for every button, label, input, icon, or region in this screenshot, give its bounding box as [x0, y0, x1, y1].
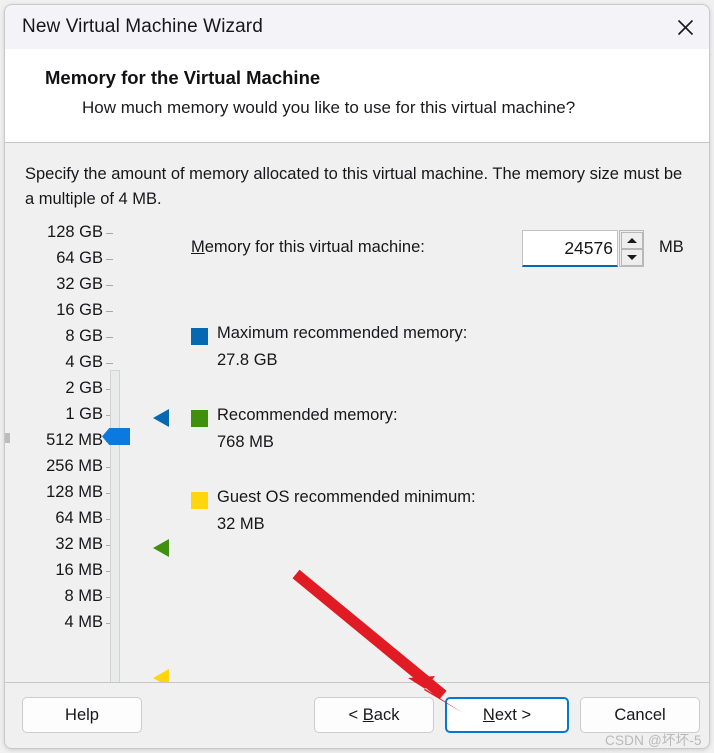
memory-spinner-group — [522, 230, 650, 267]
slider-tick-row: 32 GB — [5, 275, 135, 302]
page-title: Memory for the Virtual Machine — [45, 67, 321, 88]
back-button[interactable]: < Back — [314, 697, 434, 733]
slider-tick-row: 16 GB — [5, 301, 135, 328]
slider-tick-label: 8 MB — [64, 587, 103, 605]
slider-tick-label: 1 GB — [65, 405, 103, 423]
recommended-marker — [153, 539, 169, 557]
page-subtitle: How much memory would you like to use fo… — [82, 98, 576, 117]
spinner-down-icon[interactable] — [620, 249, 643, 266]
slider-tick-label: 16 MB — [55, 561, 103, 579]
memory-field-label: Memory for this virtual machine: — [191, 238, 425, 257]
slider-tick-label: 32 MB — [55, 535, 103, 553]
slider-tick-row: 64 GB — [5, 249, 135, 276]
instruction-text: Specify the amount of memory allocated t… — [25, 165, 683, 208]
slider-tick-row: 8 GB — [5, 327, 135, 354]
memory-field-accel: M — [191, 238, 205, 256]
memory-value-input[interactable] — [522, 230, 618, 267]
legend-label: Recommended memory: — [217, 406, 398, 424]
memory-spinner — [619, 230, 644, 267]
slider-tick-mark — [106, 311, 113, 312]
legend-value: 27.8 GB — [217, 351, 278, 369]
slider-tick-label: 512 MB — [46, 431, 103, 449]
window-title: New Virtual Machine Wizard — [22, 16, 263, 37]
legend-swatch-icon — [191, 328, 208, 345]
help-button[interactable]: Help — [22, 697, 142, 733]
wizard-content: Specify the amount of memory allocated t… — [5, 144, 709, 748]
slider-tick-row: 128 GB — [5, 223, 135, 250]
watermark: CSDN @坏坏-5 — [605, 733, 702, 748]
memory-field-label-rest: emory for this virtual machine: — [204, 238, 425, 256]
slider-tick-label: 2 GB — [65, 379, 103, 397]
legend-swatch-icon — [191, 410, 208, 427]
slider-tick-mark — [106, 259, 113, 260]
legend-value: 32 MB — [217, 515, 265, 533]
back-accel: B — [362, 705, 374, 724]
edge-artifact — [5, 433, 10, 443]
slider-tick-label: 64 GB — [56, 249, 103, 267]
slider-tick-label: 16 GB — [56, 301, 103, 319]
next-button[interactable]: Next > — [445, 697, 569, 733]
legend-value: 768 MB — [217, 433, 274, 451]
slider-tick-label: 8 GB — [65, 327, 103, 345]
memory-field-row: Memory for this virtual machine: MB — [191, 230, 684, 268]
title-bar: New Virtual Machine Wizard — [5, 5, 709, 49]
new-virtual-machine-wizard-window: New Virtual Machine Wizard Memory for th… — [4, 4, 710, 749]
slider-tick-label: 4 MB — [64, 613, 103, 631]
slider-tick-label: 128 GB — [47, 223, 103, 241]
close-icon — [677, 19, 694, 36]
memory-unit-label: MB — [659, 238, 684, 256]
next-accel: N — [482, 705, 495, 724]
close-button[interactable] — [661, 5, 709, 49]
cancel-button[interactable]: Cancel — [580, 697, 700, 733]
maximum-recommended-marker — [153, 409, 169, 427]
slider-tick-label: 32 GB — [56, 275, 103, 293]
spinner-up-icon[interactable] — [620, 231, 643, 249]
legend-swatch-icon — [191, 492, 208, 509]
wizard-header: Memory for the Virtual Machine How much … — [5, 49, 709, 143]
slider-tick-mark — [106, 337, 113, 338]
slider-tick-mark — [106, 285, 113, 286]
slider-tick-mark — [106, 363, 113, 364]
legend-label: Guest OS recommended minimum: — [217, 488, 476, 506]
legend-label: Maximum recommended memory: — [217, 324, 468, 342]
slider-tick-label: 256 MB — [46, 457, 103, 475]
slider-tick-label: 64 MB — [55, 509, 103, 527]
slider-tick-mark — [106, 233, 113, 234]
slider-tick-label: 4 GB — [65, 353, 103, 371]
slider-tick-label: 128 MB — [46, 483, 103, 501]
wizard-footer: Help < Back Next > Cancel — [5, 682, 709, 748]
